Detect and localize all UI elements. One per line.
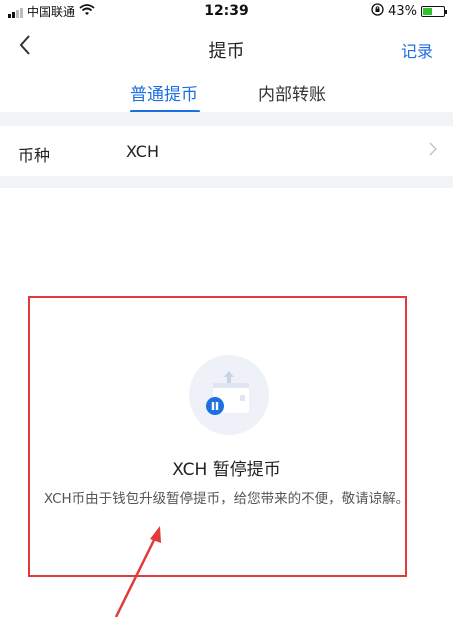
annotation-arrow-icon <box>114 526 161 617</box>
